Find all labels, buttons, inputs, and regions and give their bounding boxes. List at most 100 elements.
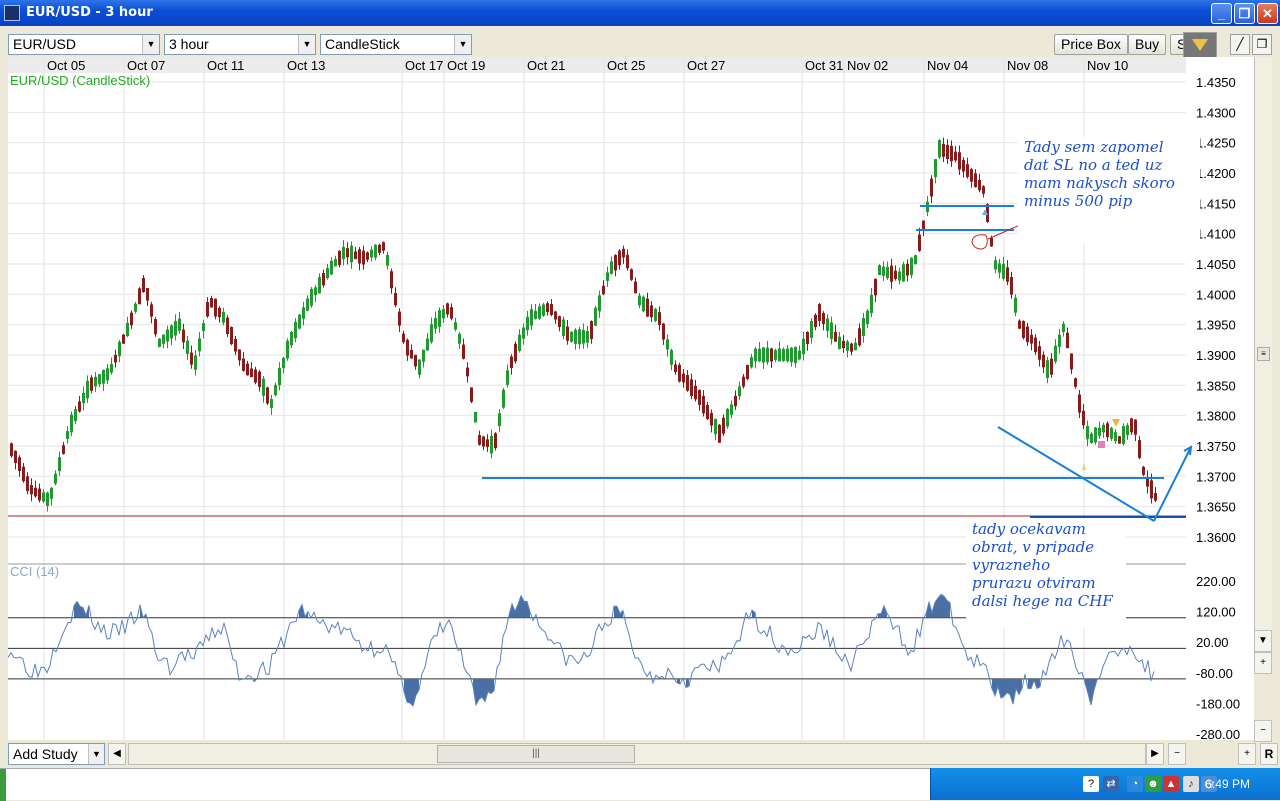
candle-body xyxy=(982,186,985,193)
candle-body xyxy=(702,396,705,413)
price-tick-label: 1.4000 xyxy=(1196,287,1236,302)
candle-body xyxy=(558,316,561,327)
candle-body xyxy=(410,350,413,358)
help-icon[interactable]: ? xyxy=(1083,776,1099,792)
candle-body xyxy=(794,347,797,363)
restore-icon[interactable]: ❐ xyxy=(1252,34,1272,55)
vscroll-thumb[interactable]: ≡ xyxy=(1257,347,1270,361)
chevron-down-icon[interactable]: ▼ xyxy=(454,35,471,54)
candle-body xyxy=(850,344,853,352)
chevron-down-icon[interactable]: ▼ xyxy=(142,35,159,54)
candle-body xyxy=(938,140,941,157)
candle-body xyxy=(946,145,949,159)
horizontal-scrollbar[interactable]: ||| xyxy=(128,743,1146,765)
candle-body xyxy=(298,315,301,329)
candle-body xyxy=(790,348,793,362)
scroll-down-icon[interactable]: ▼ xyxy=(1254,630,1272,652)
candle-body xyxy=(966,164,969,177)
cci-overbought-fill xyxy=(878,614,881,618)
candle-body xyxy=(242,359,245,371)
taskbar-blank xyxy=(0,768,930,800)
symbol-select[interactable]: EUR/USD ▼ xyxy=(8,34,160,55)
line-tool-icon[interactable]: ╱ xyxy=(1230,34,1250,55)
buy-button[interactable]: Buy xyxy=(1128,34,1166,55)
candle-body xyxy=(330,261,333,275)
candle-body xyxy=(930,179,933,197)
candle-body xyxy=(1046,360,1049,378)
candle-body xyxy=(302,307,305,318)
candle-body xyxy=(658,312,661,325)
zoom-in-icon[interactable]: + xyxy=(1254,652,1272,674)
candle-body xyxy=(710,413,713,426)
zoom-out-button[interactable]: − xyxy=(1168,743,1186,765)
vertical-scrollbar[interactable]: ≡ xyxy=(1254,57,1272,647)
candle-body xyxy=(770,348,773,361)
zoom-out-icon[interactable]: − xyxy=(1254,720,1272,742)
chevron-down-icon[interactable]: ▼ xyxy=(298,35,315,54)
price-box-button[interactable]: Price Box xyxy=(1054,34,1128,55)
candle-body xyxy=(370,250,373,258)
candle-body xyxy=(662,324,665,340)
candle-body xyxy=(666,339,669,349)
candle-body xyxy=(414,355,417,367)
cci-overbought-fill xyxy=(941,594,944,617)
candle-body xyxy=(806,332,809,344)
candle-body xyxy=(470,387,473,401)
candle-body xyxy=(426,338,429,350)
minimize-button[interactable]: _ xyxy=(1211,3,1232,24)
candle-body xyxy=(598,295,601,311)
reset-button[interactable]: R xyxy=(1260,743,1278,765)
hscroll-thumb[interactable]: ||| xyxy=(437,745,635,763)
candle-body xyxy=(82,393,85,403)
date-tick-label: Oct 27 xyxy=(687,58,725,73)
chart-type-select[interactable]: CandleStick ▼ xyxy=(320,34,472,55)
candle-body xyxy=(290,332,293,345)
candle-body xyxy=(354,251,357,258)
candle-body xyxy=(906,264,909,276)
messenger-icon[interactable]: ☻ xyxy=(1145,776,1161,792)
candle-body xyxy=(118,342,121,356)
candle-body xyxy=(378,245,381,253)
candle-body xyxy=(462,345,465,359)
browser-icon[interactable]: ◔ xyxy=(1127,776,1143,792)
candle-body xyxy=(1122,426,1125,444)
add-study-select[interactable]: Add Study ▼ xyxy=(8,743,105,765)
candle-body xyxy=(134,304,137,312)
candle-body xyxy=(230,327,233,344)
chart-area[interactable]: Oct 05Oct 07Oct 11Oct 13Oct 17Oct 19Oct … xyxy=(8,57,1272,740)
candle-body xyxy=(654,309,657,321)
volume-icon[interactable]: ♪ xyxy=(1183,776,1199,792)
candle-body xyxy=(1030,335,1033,344)
candle-body xyxy=(306,299,309,311)
price-tick-label: 1.3800 xyxy=(1196,409,1236,424)
bottom-bar: Add Study ▼ ◀ ||| ▶ − + R xyxy=(8,743,1272,765)
chevron-down-icon[interactable]: ▼ xyxy=(88,744,104,764)
candle-body xyxy=(222,312,225,323)
candle-body xyxy=(422,350,425,362)
candle-body xyxy=(110,364,113,373)
date-tick-label: Oct 07 xyxy=(127,58,165,73)
scroll-left-icon[interactable]: ◀ xyxy=(108,743,126,765)
zoom-in-button[interactable]: + xyxy=(1238,743,1256,765)
candle-body xyxy=(1002,264,1005,279)
cci-overbought-fill xyxy=(80,606,83,617)
candle-body xyxy=(458,334,461,344)
cci-overbought-fill xyxy=(524,601,527,617)
antivirus-icon[interactable]: ▲ xyxy=(1163,776,1179,792)
price-tick-label: 1.4050 xyxy=(1196,257,1236,272)
maximize-button[interactable]: ❐ xyxy=(1234,3,1255,24)
candle-body xyxy=(1114,432,1117,441)
candle-body xyxy=(94,377,97,387)
close-button[interactable]: ✕ xyxy=(1257,3,1278,24)
candle-body xyxy=(1034,338,1037,353)
candle-body xyxy=(206,302,209,316)
network-icon[interactable]: ⇄ xyxy=(1103,776,1119,792)
candle-body xyxy=(98,374,101,384)
candle-body xyxy=(866,311,869,324)
interval-select[interactable]: 3 hour ▼ xyxy=(164,34,316,55)
cursor-tool-icon[interactable] xyxy=(1183,32,1217,60)
candle-body xyxy=(154,319,157,334)
candle-body xyxy=(258,372,261,387)
price-tick-label: 1.3950 xyxy=(1196,318,1236,333)
scroll-right-icon[interactable]: ▶ xyxy=(1146,743,1164,765)
